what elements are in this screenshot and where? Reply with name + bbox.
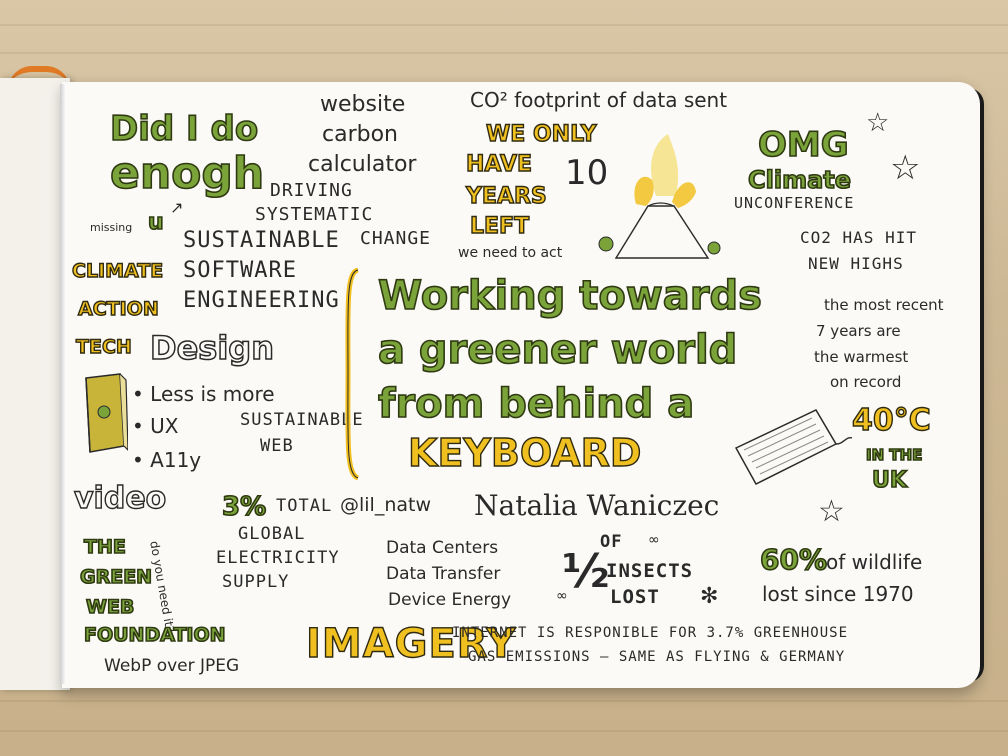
volcano-icon	[596, 126, 728, 266]
insects-line-3: LOST	[610, 586, 660, 608]
global-supply-line-2: ELECTRICITY	[216, 548, 340, 568]
handle-text: @lil_natw	[340, 494, 432, 516]
global-supply-line-1: GLOBAL	[238, 524, 306, 544]
author-name: Natalia Waniczec	[474, 489, 720, 522]
climate-text: Climate	[747, 166, 852, 194]
co2-highs-line-2: NEW HIGHS	[808, 254, 904, 273]
title-line-3: from behind a	[377, 381, 695, 427]
we-only-line-4: LEFT	[469, 214, 530, 239]
star-icon: ☆	[818, 494, 845, 529]
title-line-2: a greener world	[377, 327, 738, 373]
website-carbon-line-2: carbon	[322, 122, 398, 147]
sixty-percent-text: 60%	[759, 543, 828, 576]
green-web-line-3: WEB	[85, 596, 135, 618]
website-carbon-line-1: website	[320, 92, 406, 117]
enough-text: enogh	[109, 148, 265, 199]
climate-action-line-2: ACTION	[77, 298, 159, 320]
internet-line-2: GAS EMISSIONS — SAME AS FLYING & GERMANY	[468, 649, 846, 665]
video-heading: video	[73, 481, 167, 516]
warmest-line-3: the warmest	[814, 348, 909, 366]
driving-change-line-3: CHANGE	[360, 228, 432, 249]
warmest-line-1: the most recent	[824, 296, 944, 314]
insects-line-2: INSECTS	[606, 560, 694, 582]
design-list-item-1: • Less is more	[132, 382, 275, 406]
driving-change-line-2: SYSTEMATIC	[255, 204, 374, 225]
webp-text: WebP over JPEG	[104, 656, 240, 676]
star-icon: ☆	[890, 148, 921, 188]
title-line-1: Working towards	[377, 273, 763, 319]
unconference-text: UNCONFERENCE	[734, 194, 855, 212]
three-percent-text: 3%	[221, 492, 267, 522]
insects-line-1: OF	[600, 532, 623, 552]
arrow-icon: ↗	[170, 198, 184, 217]
co2-highs-line-1: CO2 HAS HIT	[800, 228, 917, 247]
warmest-line-2: 7 years are	[816, 322, 901, 340]
data-list-item-3: Device Energy	[388, 590, 512, 610]
data-list-item-2: Data Transfer	[386, 564, 501, 584]
book-icon	[82, 372, 129, 456]
in-the-uk-line-1: IN THE	[865, 446, 923, 464]
green-web-line-4: FOUNDATION	[83, 624, 226, 646]
we-only-line-3: YEARS	[465, 184, 547, 209]
did-i-do-text: Did I do	[109, 109, 259, 149]
climate-action-line-3: TECH	[75, 336, 132, 358]
wildlife-line-2: lost since 1970	[762, 582, 914, 606]
in-the-uk-line-2: UK	[871, 468, 908, 493]
we-only-line-1: WE ONLY	[485, 122, 597, 147]
we-only-line-2: HAVE	[465, 152, 532, 177]
notebook-spine	[60, 84, 66, 684]
design-list-item-2: • UX	[132, 414, 179, 438]
bee-icon: ∞	[556, 588, 568, 604]
design-heading: Design	[149, 329, 274, 367]
we-need-to-act-text: we need to act	[458, 245, 563, 261]
keyboard-title-word: KEYBOARD	[407, 431, 642, 475]
driving-change-line-1: DRIVING	[270, 180, 353, 201]
forty-degrees-text: 40°C	[851, 403, 931, 438]
u-text: u	[147, 210, 164, 235]
wildlife-line-1: of wildlife	[826, 550, 923, 574]
half-fraction: ½	[562, 544, 610, 598]
green-web-line-1: THE	[83, 536, 126, 558]
climate-action-line-1: CLIMATE	[71, 260, 164, 282]
spider-icon: ✻	[700, 584, 719, 609]
design-list-item-3: • A11y	[132, 448, 202, 472]
missing-text: missing	[90, 221, 133, 234]
data-list-item-1: Data Centers	[386, 538, 499, 558]
omg-text: OMG	[757, 125, 849, 165]
sustainable-se-line-2: SOFTWARE	[183, 258, 297, 283]
website-carbon-line-3: calculator	[308, 152, 417, 177]
total-text: TOTAL	[276, 496, 333, 516]
bee-icon: ∞	[648, 532, 660, 548]
sustainable-se-line-3: ENGINEERING	[183, 288, 340, 313]
keyboard-icon	[732, 404, 854, 488]
sustainable-se-line-1: SUSTAINABLE	[183, 228, 340, 253]
warmest-line-4: on record	[830, 373, 902, 391]
co2-footprint-text: CO² footprint of data sent	[470, 88, 728, 112]
global-supply-line-3: SUPPLY	[222, 572, 290, 592]
sustainable-web-line-2: WEB	[260, 436, 294, 456]
internet-line-1: INTERNET IS RESPONIBLE FOR 3.7% GREENHOU…	[452, 625, 849, 641]
star-icon: ☆	[866, 108, 890, 138]
green-web-line-2: GREEN	[79, 566, 153, 588]
bracket-icon	[340, 267, 360, 481]
